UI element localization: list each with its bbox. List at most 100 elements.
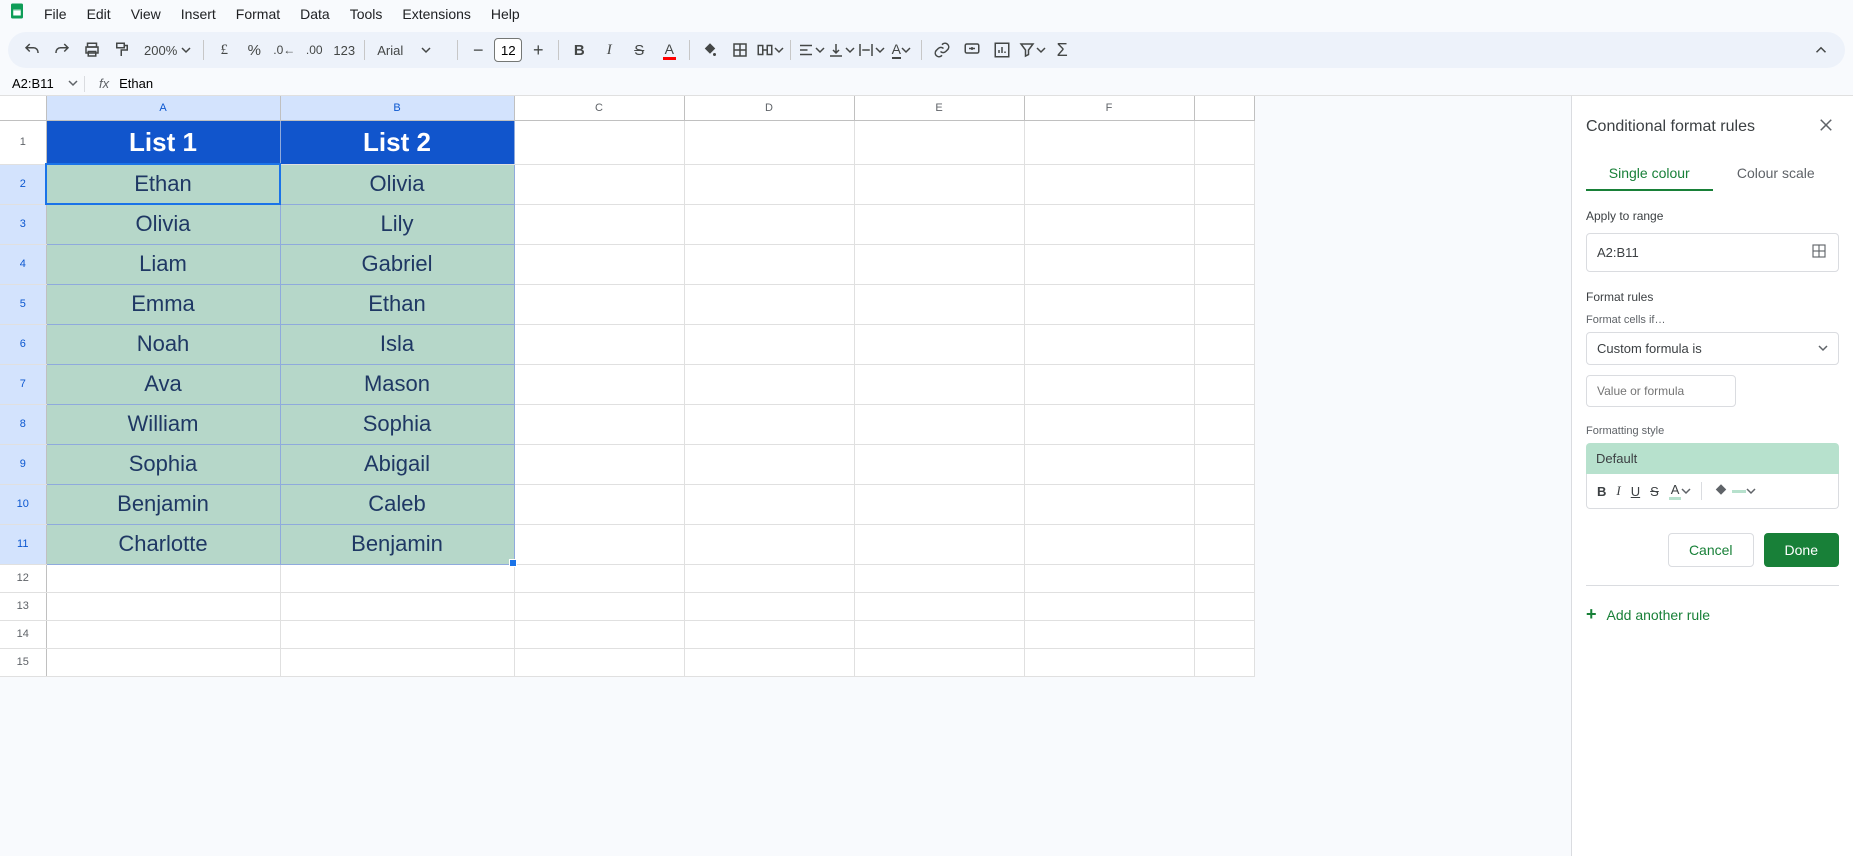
decrease-font-icon[interactable]: − (464, 36, 492, 64)
cell[interactable]: Benjamin (280, 524, 514, 564)
cell[interactable]: Caleb (280, 484, 514, 524)
cell[interactable]: Noah (46, 324, 280, 364)
filter-icon[interactable] (1018, 36, 1046, 64)
add-rule-button[interactable]: + Add another rule (1586, 600, 1839, 629)
cell[interactable] (684, 120, 854, 164)
cell[interactable] (854, 564, 1024, 592)
row-header[interactable]: 5 (0, 284, 46, 324)
bold-icon[interactable]: B (565, 36, 593, 64)
cell[interactable] (1024, 324, 1194, 364)
bold-icon[interactable]: B (1597, 484, 1606, 499)
percent-icon[interactable]: % (240, 36, 268, 64)
cell[interactable] (280, 648, 514, 676)
cell[interactable] (854, 120, 1024, 164)
row-header[interactable]: 11 (0, 524, 46, 564)
wrap-icon[interactable] (857, 36, 885, 64)
cell[interactable] (514, 648, 684, 676)
more-formats-icon[interactable]: 123 (330, 36, 358, 64)
cell[interactable] (854, 648, 1024, 676)
cell[interactable]: Ethan (46, 164, 280, 204)
cell[interactable] (684, 444, 854, 484)
range-input[interactable]: A2:B11 (1586, 233, 1839, 272)
cell[interactable] (1024, 404, 1194, 444)
cell[interactable] (514, 284, 684, 324)
strikethrough-icon[interactable]: S (1650, 484, 1659, 499)
link-icon[interactable] (928, 36, 956, 64)
cell[interactable] (1194, 648, 1254, 676)
name-box-dropdown-icon[interactable] (68, 76, 78, 91)
cell[interactable] (684, 324, 854, 364)
cell[interactable]: Sophia (280, 404, 514, 444)
col-header-a[interactable]: A (46, 96, 280, 120)
cell[interactable] (1024, 204, 1194, 244)
paint-format-icon[interactable] (108, 36, 136, 64)
row-header[interactable]: 2 (0, 164, 46, 204)
cell[interactable] (1194, 620, 1254, 648)
cell[interactable] (684, 564, 854, 592)
cell[interactable] (514, 244, 684, 284)
cancel-button[interactable]: Cancel (1668, 533, 1754, 567)
done-button[interactable]: Done (1764, 533, 1839, 567)
cell[interactable] (684, 164, 854, 204)
select-all-corner[interactable] (0, 96, 46, 120)
cell[interactable] (1024, 524, 1194, 564)
cell[interactable]: Lily (280, 204, 514, 244)
cell[interactable]: William (46, 404, 280, 444)
cell[interactable]: Mason (280, 364, 514, 404)
row-header[interactable]: 12 (0, 564, 46, 592)
cell[interactable] (1024, 164, 1194, 204)
cell[interactable] (514, 404, 684, 444)
cell[interactable] (1024, 120, 1194, 164)
cell[interactable]: Gabriel (280, 244, 514, 284)
cell[interactable] (514, 204, 684, 244)
cell[interactable] (514, 592, 684, 620)
underline-icon[interactable]: U (1631, 484, 1640, 499)
row-header[interactable]: 7 (0, 364, 46, 404)
cell[interactable] (1194, 204, 1254, 244)
cell[interactable] (684, 364, 854, 404)
formula-input[interactable] (117, 74, 1845, 93)
cell[interactable] (854, 524, 1024, 564)
cell[interactable]: Benjamin (46, 484, 280, 524)
cell[interactable] (280, 592, 514, 620)
cell[interactable]: Olivia (280, 164, 514, 204)
comment-icon[interactable] (958, 36, 986, 64)
col-header-d[interactable]: D (684, 96, 854, 120)
rule-type-dropdown[interactable]: Custom formula is (1586, 332, 1839, 365)
name-box[interactable] (8, 74, 64, 93)
cell[interactable] (854, 204, 1024, 244)
cell[interactable] (514, 324, 684, 364)
cell[interactable] (854, 324, 1024, 364)
cell[interactable] (1024, 648, 1194, 676)
chart-icon[interactable] (988, 36, 1016, 64)
cell[interactable] (1024, 364, 1194, 404)
cell[interactable] (1194, 444, 1254, 484)
cell[interactable] (854, 244, 1024, 284)
cell[interactable] (1024, 444, 1194, 484)
cell[interactable]: Ava (46, 364, 280, 404)
cell[interactable] (854, 404, 1024, 444)
italic-icon[interactable]: I (595, 36, 623, 64)
formula-input-box[interactable] (1586, 375, 1736, 407)
cell[interactable] (684, 592, 854, 620)
cell[interactable] (280, 564, 514, 592)
cell[interactable] (854, 592, 1024, 620)
cell[interactable] (684, 484, 854, 524)
row-header[interactable]: 15 (0, 648, 46, 676)
font-dropdown[interactable]: Arial (371, 39, 451, 62)
col-header-f[interactable]: F (1024, 96, 1194, 120)
cell[interactable] (46, 564, 280, 592)
cell[interactable]: Sophia (46, 444, 280, 484)
cell[interactable] (46, 592, 280, 620)
cell[interactable] (854, 620, 1024, 648)
cell[interactable]: List 2 (280, 120, 514, 164)
cell[interactable] (1024, 484, 1194, 524)
cell[interactable] (684, 404, 854, 444)
menu-tools[interactable]: Tools (342, 2, 391, 26)
cell[interactable] (514, 524, 684, 564)
redo-icon[interactable] (48, 36, 76, 64)
col-header-e[interactable]: E (854, 96, 1024, 120)
row-header[interactable]: 9 (0, 444, 46, 484)
col-header-c[interactable]: C (514, 96, 684, 120)
cell[interactable] (46, 648, 280, 676)
